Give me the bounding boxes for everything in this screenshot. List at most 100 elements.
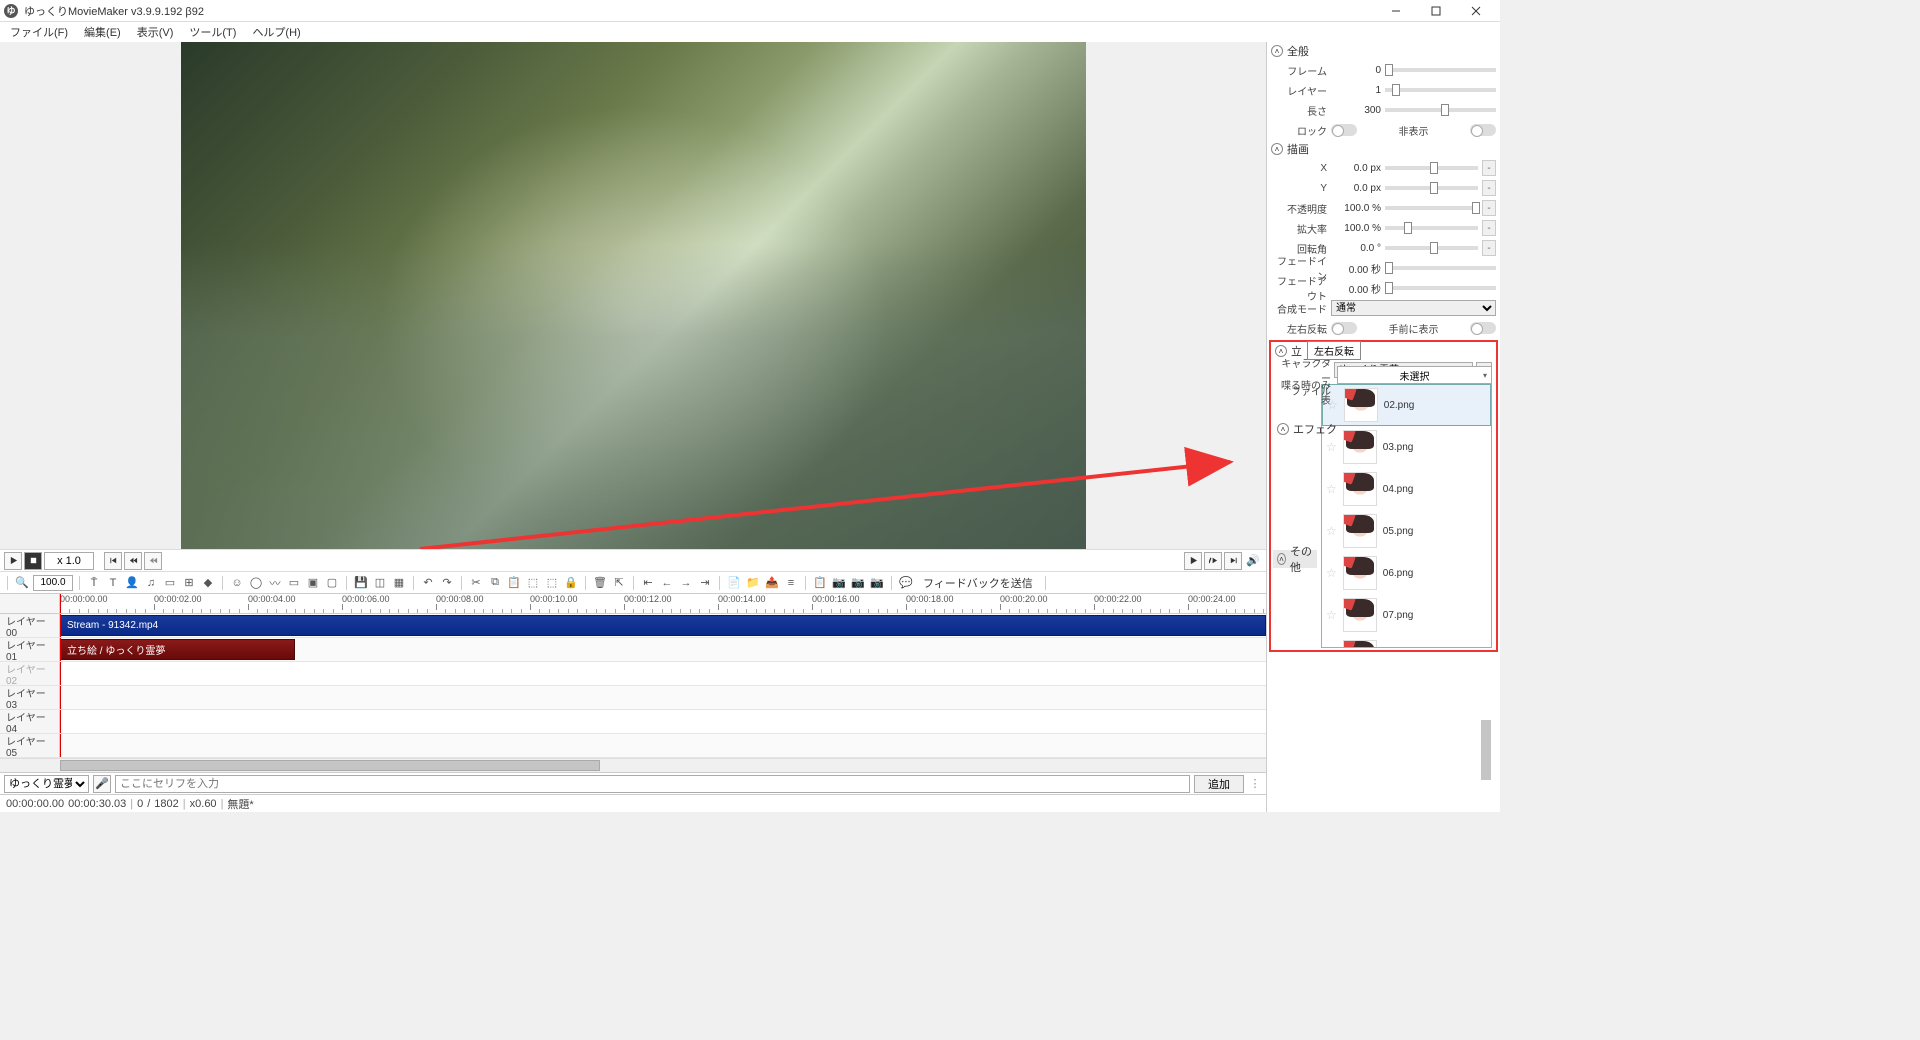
- menu-file[interactable]: ファイル(F): [2, 22, 76, 42]
- face-icon[interactable]: ☺: [229, 575, 245, 591]
- fadein-slider[interactable]: [1385, 266, 1496, 270]
- split-icon[interactable]: ⇱: [611, 575, 627, 591]
- go-prev-icon[interactable]: ←: [659, 575, 675, 591]
- length-value[interactable]: 300: [1331, 105, 1381, 116]
- track-row[interactable]: レイヤー 05: [0, 734, 1266, 758]
- file-item[interactable]: ☆08.png: [1322, 636, 1491, 648]
- file-list[interactable]: ☆02.png☆03.png☆04.png☆05.png☆06.png☆07.p…: [1321, 384, 1492, 648]
- menu-edit[interactable]: 編集(E): [76, 22, 129, 42]
- track-area[interactable]: [60, 734, 1266, 757]
- lock-icon[interactable]: 🔒: [563, 575, 579, 591]
- track-area[interactable]: [60, 686, 1266, 709]
- timeline-scrollbar[interactable]: [0, 758, 1266, 772]
- rect-icon[interactable]: ▭: [286, 575, 302, 591]
- cam-icon[interactable]: 📷: [850, 575, 866, 591]
- track-row[interactable]: レイヤー 01立ち絵 / ゆっくり霊夢: [0, 638, 1266, 662]
- layer-slider[interactable]: [1385, 88, 1496, 92]
- clip-video[interactable]: Stream - 91342.mp4: [60, 615, 1266, 636]
- section-general[interactable]: ˄全般: [1267, 42, 1500, 60]
- cam2-icon[interactable]: 📷: [869, 575, 885, 591]
- menu-view[interactable]: 表示(V): [129, 22, 182, 42]
- trash-icon[interactable]: 🗑: [592, 575, 608, 591]
- opacity-extra[interactable]: -: [1482, 200, 1496, 216]
- export-icon[interactable]: 📤: [764, 575, 780, 591]
- track-row[interactable]: レイヤー 00Stream - 91342.mp4: [0, 614, 1266, 638]
- preview-video[interactable]: [181, 42, 1086, 549]
- image-icon[interactable]: ▭: [162, 575, 178, 591]
- file-item[interactable]: ☆02.png: [1322, 384, 1491, 426]
- text-tool-icon[interactable]: T̄: [86, 575, 102, 591]
- track-row[interactable]: レイヤー 04: [0, 710, 1266, 734]
- tr-end-button[interactable]: [1224, 552, 1242, 570]
- track-area[interactable]: Stream - 91342.mp4: [60, 614, 1266, 637]
- menu-tool[interactable]: ツール(T): [181, 22, 244, 42]
- go-end-icon[interactable]: ⇥: [697, 575, 713, 591]
- undo-icon[interactable]: ↶: [420, 575, 436, 591]
- layer-label[interactable]: レイヤー 01: [0, 638, 60, 661]
- cut-icon[interactable]: ✂: [468, 575, 484, 591]
- overlay1-icon[interactable]: ⬚: [525, 575, 541, 591]
- serif-input[interactable]: [115, 775, 1190, 793]
- rotation-value[interactable]: 0.0 °: [1331, 243, 1381, 254]
- serif-char-select[interactable]: ゆっくり霊夢: [4, 775, 89, 793]
- video-icon[interactable]: ⊞: [181, 575, 197, 591]
- playhead[interactable]: [60, 594, 61, 613]
- opacity-slider[interactable]: [1385, 206, 1478, 210]
- scale-slider[interactable]: [1385, 226, 1478, 230]
- music-icon[interactable]: ♫: [143, 575, 159, 591]
- blend-select[interactable]: 通常: [1331, 300, 1496, 316]
- hide-toggle[interactable]: [1470, 124, 1496, 136]
- x-extra[interactable]: -: [1482, 160, 1496, 176]
- star-icon[interactable]: ☆: [1326, 524, 1337, 538]
- close-button[interactable]: [1456, 0, 1496, 22]
- grid-icon[interactable]: ▦: [391, 575, 407, 591]
- file-item[interactable]: ☆06.png: [1322, 552, 1491, 594]
- clipboard-icon[interactable]: 📋: [812, 575, 828, 591]
- fadein-value[interactable]: 0.00 秒: [1331, 261, 1381, 276]
- chat-icon[interactable]: 💬: [898, 575, 914, 591]
- shape-icon[interactable]: ◆: [200, 575, 216, 591]
- tr-play-button[interactable]: [1184, 552, 1202, 570]
- redo-icon[interactable]: ↷: [439, 575, 455, 591]
- menu-help[interactable]: ヘルプ(H): [244, 22, 308, 42]
- text2-tool-icon[interactable]: T: [105, 575, 121, 591]
- flip-toggle[interactable]: [1331, 322, 1357, 334]
- serif-add-button[interactable]: 追加: [1194, 775, 1244, 793]
- zoom-value[interactable]: 100.0: [33, 575, 73, 591]
- layer-label[interactable]: レイヤー 03: [0, 686, 60, 709]
- frame-slider[interactable]: [1385, 68, 1496, 72]
- copy-icon[interactable]: ⧉: [487, 575, 503, 591]
- file-dropdown-head[interactable]: 未選択: [1337, 366, 1492, 384]
- play-button[interactable]: [4, 552, 22, 570]
- maximize-button[interactable]: [1416, 0, 1456, 22]
- track-area[interactable]: [60, 662, 1266, 685]
- person-icon[interactable]: 👤: [124, 575, 140, 591]
- x-slider[interactable]: [1385, 166, 1478, 170]
- file-item[interactable]: ☆05.png: [1322, 510, 1491, 552]
- frame-value[interactable]: 0: [1331, 65, 1381, 76]
- layer-label[interactable]: レイヤー 00: [0, 614, 60, 637]
- file-item[interactable]: ☆07.png: [1322, 594, 1491, 636]
- opacity-value[interactable]: 100.0 %: [1331, 203, 1381, 214]
- front-toggle[interactable]: [1470, 322, 1496, 334]
- tr-pause-step-button[interactable]: [1204, 552, 1222, 570]
- scale-value[interactable]: 100.0 %: [1331, 223, 1381, 234]
- prev-frame-button[interactable]: [104, 552, 122, 570]
- section-other[interactable]: ˄その他: [1273, 550, 1317, 568]
- mic-button[interactable]: 🎤: [93, 775, 111, 793]
- section-effect[interactable]: ˄エフェク: [1273, 420, 1341, 438]
- bars-icon[interactable]: ≡: [783, 575, 799, 591]
- y-extra[interactable]: -: [1482, 180, 1496, 196]
- section-draw[interactable]: ˄描画: [1267, 140, 1500, 158]
- go-next-icon[interactable]: →: [678, 575, 694, 591]
- lock-toggle[interactable]: [1331, 124, 1357, 136]
- clip-icon[interactable]: ◫: [372, 575, 388, 591]
- layer-value[interactable]: 1: [1331, 85, 1381, 96]
- layer-label[interactable]: レイヤー 02: [0, 662, 60, 685]
- file-item[interactable]: ☆04.png: [1322, 468, 1491, 510]
- star-icon[interactable]: ☆: [1326, 566, 1337, 580]
- star-icon[interactable]: ☆: [1326, 608, 1337, 622]
- window-icon[interactable]: ▣: [305, 575, 321, 591]
- prev-step2-button[interactable]: [144, 552, 162, 570]
- scale-extra[interactable]: -: [1482, 220, 1496, 236]
